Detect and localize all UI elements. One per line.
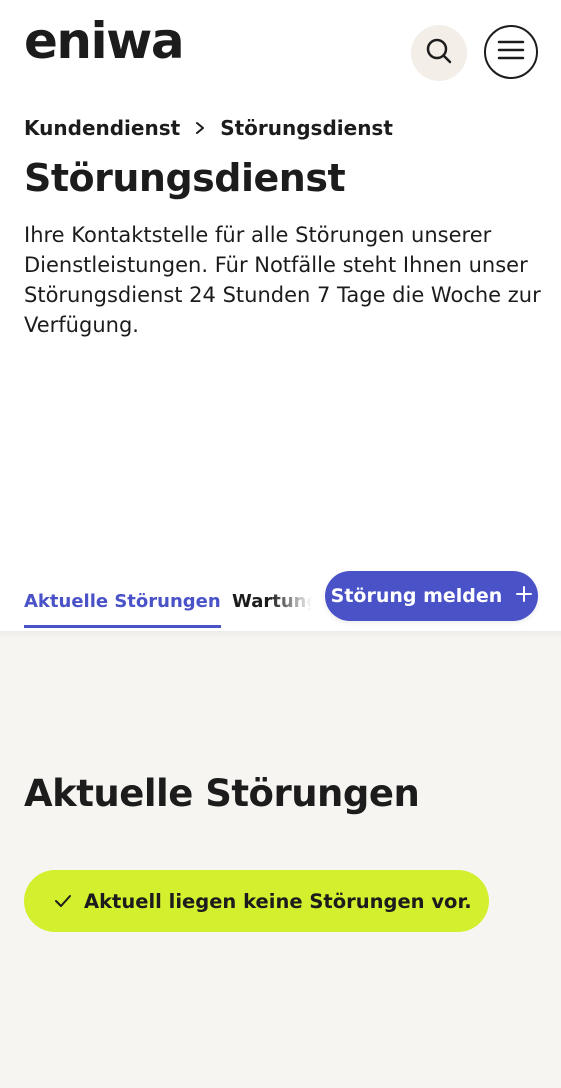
page-title: Störungsdienst — [24, 156, 346, 200]
report-outage-label: Störung melden — [330, 585, 503, 607]
search-icon — [425, 37, 453, 69]
search-button[interactable] — [411, 25, 467, 81]
status-text: Aktuell liegen keine Störungen vor. — [84, 889, 472, 913]
breadcrumb-item-kundendienst[interactable]: Kundendienst — [24, 116, 180, 140]
chevron-right-icon — [194, 120, 206, 136]
check-icon — [54, 894, 72, 908]
report-outage-button[interactable]: Störung melden — [325, 571, 538, 621]
section-title: Aktuelle Störungen — [24, 772, 420, 815]
intro-text: Ihre Kontaktstelle für alle Störungen un… — [24, 223, 541, 337]
tab-bar: Aktuelle Störungen Wartung Störung melde… — [0, 565, 561, 631]
menu-button[interactable] — [484, 25, 538, 79]
tab-fade-overlay — [270, 583, 330, 623]
plus-icon — [516, 585, 533, 607]
hamburger-menu-icon — [497, 39, 525, 65]
eniwa-logo[interactable]: eniwa — [24, 16, 185, 66]
breadcrumb: Kundendienst Störungsdienst — [24, 114, 393, 142]
current-outages-section: Aktuelle Störungen Aktuell liegen keine … — [0, 631, 561, 1088]
site-header: eniwa — [0, 0, 561, 100]
status-badge: Aktuell liegen keine Störungen vor. — [24, 870, 489, 932]
tab-aktuelle-stoerungen[interactable]: Aktuelle Störungen — [24, 591, 221, 628]
breadcrumb-item-stoerungsdienst[interactable]: Störungsdienst — [220, 116, 393, 140]
